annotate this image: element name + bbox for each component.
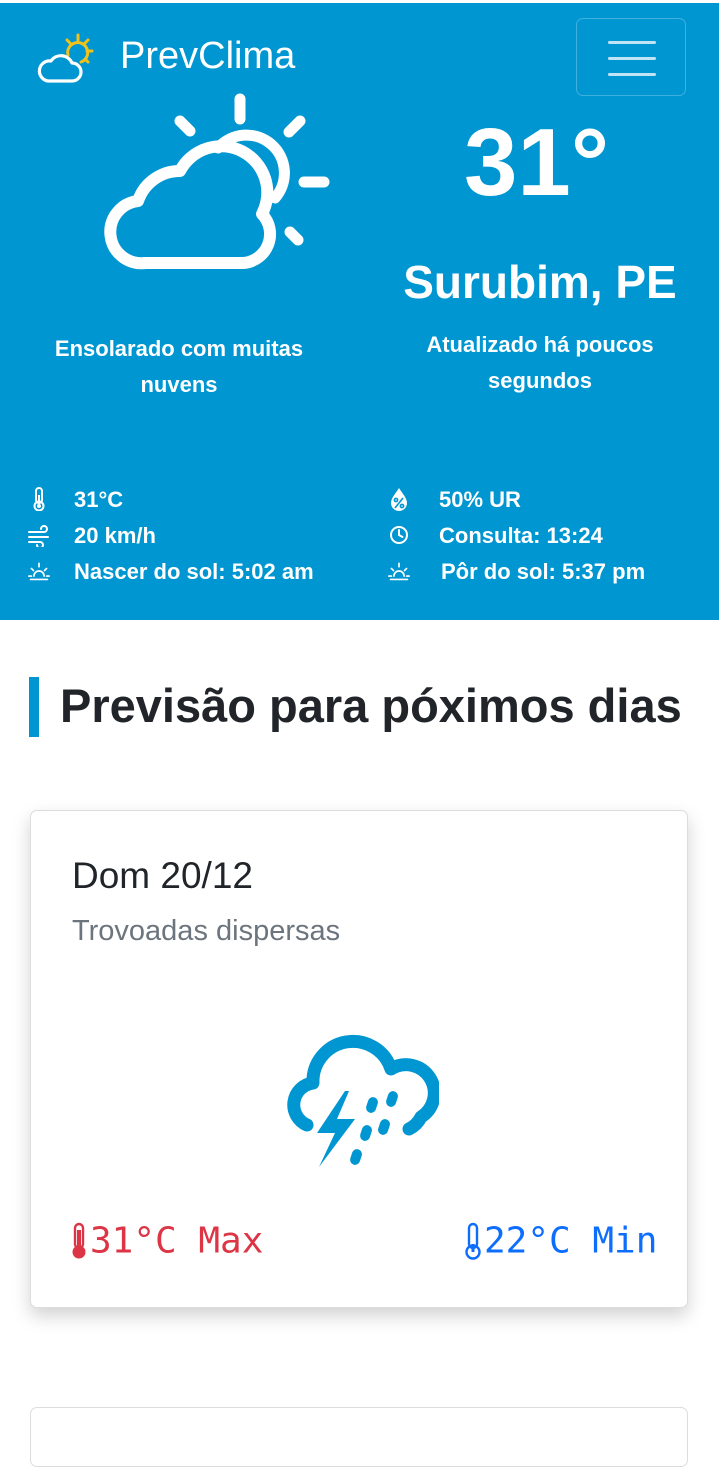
thunderstorm-icon [287,1034,439,1167]
sunrise-icon [28,562,50,581]
section-accent-bar [29,677,39,737]
forecast-day: Dom 20/12 [72,855,253,896]
stat-sunset-value: Pôr do sol: 5:37 pm [441,559,646,584]
city-name: Surubim, PE [403,256,677,308]
stat-sunset: Pôr do sol: 5:37 pm [388,557,688,587]
menu-toggle-button[interactable] [576,18,686,96]
brand[interactable]: PrevClima [34,31,295,87]
sun-cloud-icon [37,33,94,83]
current-weather-hero: PrevClima 31° Surubim, PE Ensolarado com… [0,3,719,620]
stat-sunrise-value: Nascer do sol: 5:02 am [74,559,314,584]
partly-cloudy-icon [104,93,330,270]
stat-temperature: 31°C [28,485,328,515]
current-temperature: 31° [464,109,610,216]
stat-temperature-value: 31°C [74,487,124,512]
forecast-min-value: 22°C Min [484,1220,658,1262]
condition-text: Ensolarado com muitas nuvens [54,336,304,397]
forecast-max-value: 31°C Max [90,1220,264,1262]
stat-sunrise: Nascer do sol: 5:02 am [28,557,348,587]
forecast-description: Trovoadas dispersas [72,915,341,947]
thermometer-icon [72,1222,86,1259]
thermometer-icon [465,1222,481,1260]
brand-name[interactable]: PrevClima [120,35,295,78]
humidity-drop-icon [391,488,407,511]
forecast-max-temp: 31°C Max [69,1219,263,1263]
stat-consulta: Consulta: 13:24 [388,521,688,551]
sunset-icon [388,562,410,581]
stat-wind: 20 km/h [28,521,328,551]
stat-wind-value: 20 km/h [74,523,156,548]
forecast-card: Dom 20/12 Trovoadas dispersas 31°C Max 2… [30,810,688,1308]
clock-icon [390,526,408,544]
forecast-section-title: Previsão para póximos dias [60,679,682,732]
thermometer-icon [33,487,45,511]
stat-humidity-value: 50% UR [439,487,521,512]
updated-text: Atualizado há poucos segundos [426,332,654,393]
forecast-min-temp: 22°C Min [463,1219,657,1263]
stat-humidity: 50% UR [388,485,688,515]
stat-consulta-value: Consulta: 13:24 [439,523,603,548]
wind-icon [28,525,49,547]
forecast-card-next [30,1407,688,1467]
